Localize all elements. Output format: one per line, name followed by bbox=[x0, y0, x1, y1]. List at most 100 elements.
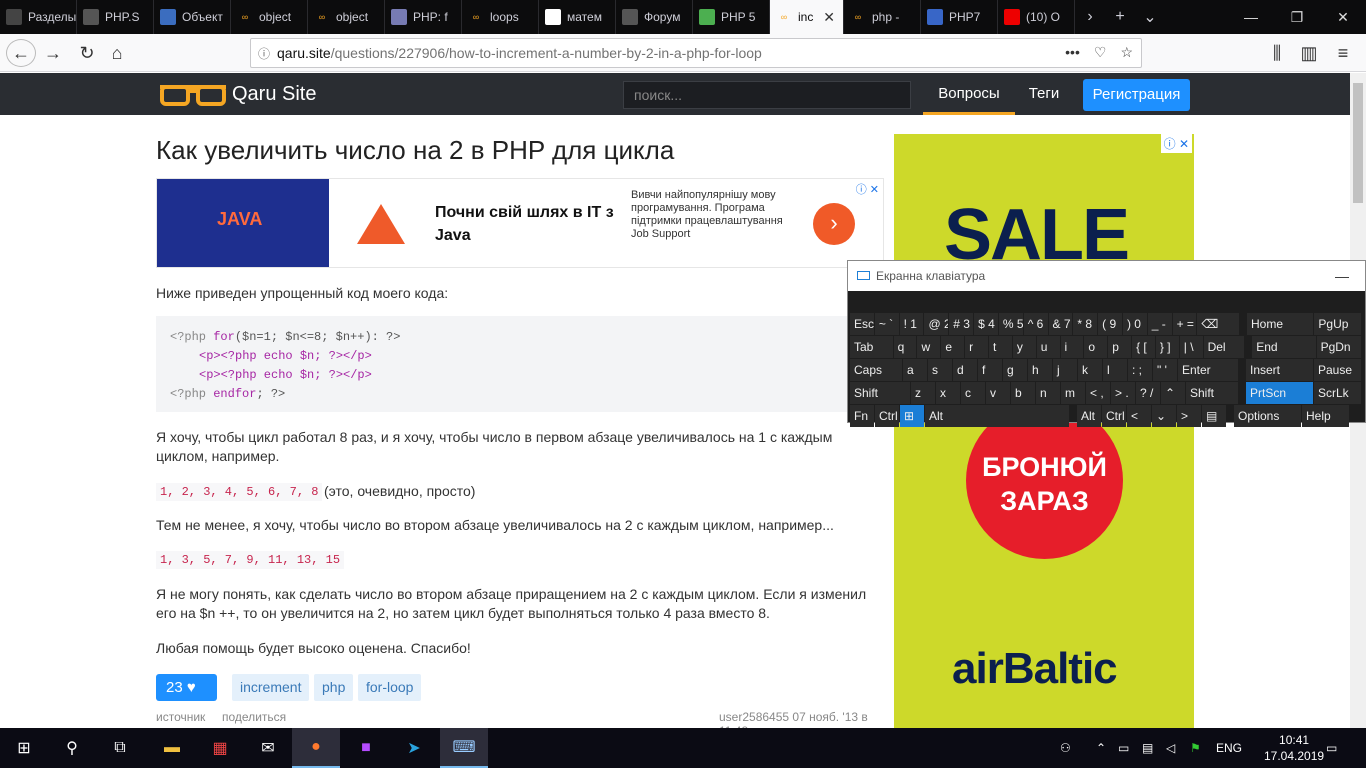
browser-tab[interactable]: ∞ loops bbox=[462, 0, 539, 34]
ad-java-image[interactable]: JAVA bbox=[157, 179, 329, 267]
library-icon[interactable]: ⫼ bbox=[1262, 39, 1292, 67]
osk-key[interactable]: Ctrl bbox=[875, 405, 899, 427]
osk-key[interactable]: ? / bbox=[1136, 382, 1160, 404]
like-button[interactable]: 23 ♥ bbox=[156, 674, 217, 701]
back-icon[interactable]: ← bbox=[6, 39, 36, 67]
osk-key[interactable]: h bbox=[1028, 359, 1052, 381]
search-icon[interactable]: ⚲ bbox=[48, 728, 96, 768]
osk-key[interactable]: | \ bbox=[1179, 336, 1203, 358]
tab-list-icon[interactable]: ⌄ bbox=[1135, 0, 1165, 34]
ad-close-icon[interactable]: ⓘ ✕ bbox=[856, 181, 879, 197]
osk-key[interactable]: & 7 bbox=[1048, 313, 1073, 335]
osk-key[interactable]: c bbox=[961, 382, 985, 404]
store-icon[interactable]: ▦ bbox=[196, 728, 244, 768]
ad-arrow-button[interactable]: › bbox=[813, 203, 855, 245]
browser-tab[interactable]: PHP: f bbox=[385, 0, 462, 34]
osk-key[interactable]: : ; bbox=[1128, 359, 1152, 381]
browser-tab[interactable]: Форум bbox=[616, 0, 693, 34]
osk-key[interactable]: ) 0 bbox=[1122, 313, 1147, 335]
osk-key[interactable]: b bbox=[1011, 382, 1035, 404]
osk-key[interactable]: l bbox=[1103, 359, 1127, 381]
osk-key[interactable]: Insert bbox=[1246, 359, 1313, 381]
osk-key[interactable]: Options bbox=[1234, 405, 1301, 427]
osk-key[interactable]: x bbox=[936, 382, 960, 404]
osk-key[interactable]: Pause bbox=[1314, 359, 1361, 381]
osk-key[interactable]: o bbox=[1084, 336, 1108, 358]
osk-key[interactable]: w bbox=[917, 336, 941, 358]
osk-key[interactable]: z bbox=[911, 382, 935, 404]
top-ad-banner[interactable]: JAVA Почни свій шлях в IT з Java Вивчи н… bbox=[156, 178, 884, 268]
osk-titlebar[interactable]: Екранна клавіатура — bbox=[848, 261, 1365, 291]
osk-key[interactable]: Del bbox=[1203, 336, 1245, 358]
osk-key[interactable]: j bbox=[1053, 359, 1077, 381]
osk-key[interactable]: { [ bbox=[1132, 336, 1155, 358]
browser-tab[interactable]: ∞ php - bbox=[844, 0, 921, 34]
osk-key[interactable]: End bbox=[1252, 336, 1316, 358]
url-bar[interactable]: ⓘ qaru.site/questions/227906/how-to-incr… bbox=[250, 38, 1142, 68]
osk-key[interactable]: Esc bbox=[850, 313, 874, 335]
osk-key[interactable]: p bbox=[1108, 336, 1132, 358]
osk-key[interactable]: s bbox=[928, 359, 952, 381]
firefox-icon[interactable]: ● bbox=[292, 728, 340, 768]
tag-for-loop[interactable]: for-loop bbox=[358, 674, 422, 701]
osk-key[interactable]: f bbox=[978, 359, 1002, 381]
osk-key[interactable]: < , bbox=[1086, 382, 1110, 404]
share-link[interactable]: поделиться bbox=[222, 710, 286, 724]
osk-key[interactable]: u bbox=[1036, 336, 1060, 358]
osk-key[interactable]: Fn bbox=[850, 405, 874, 427]
source-link[interactable]: источник bbox=[156, 710, 205, 724]
restore-icon[interactable]: ❐ bbox=[1274, 0, 1320, 34]
file-explorer-icon[interactable]: ▬ bbox=[148, 728, 196, 768]
osk-key[interactable]: % 5 bbox=[998, 313, 1023, 335]
osk-key[interactable]: ScrLk bbox=[1314, 382, 1361, 404]
osk-key[interactable]: ( 9 bbox=[1098, 313, 1122, 335]
osk-key[interactable]: y bbox=[1012, 336, 1036, 358]
osk-key[interactable]: PgUp bbox=[1314, 313, 1361, 335]
browser-tab[interactable]: (10) O bbox=[998, 0, 1075, 34]
osk-key[interactable]: a bbox=[903, 359, 927, 381]
osk-key[interactable]: Alt bbox=[925, 405, 1069, 427]
osk-key[interactable]: ^ 6 bbox=[1023, 313, 1048, 335]
clock[interactable]: 10:41 17.04.2019 bbox=[1264, 732, 1324, 764]
tab-close-icon[interactable]: ✕ bbox=[823, 9, 835, 26]
phpstorm-icon[interactable]: ■ bbox=[342, 728, 390, 768]
battery-icon[interactable]: ▭ bbox=[1118, 728, 1129, 768]
osk-key[interactable]: # 3 bbox=[949, 313, 974, 335]
telegram-icon[interactable]: ➤ bbox=[390, 728, 438, 768]
people-icon[interactable]: ⚇ bbox=[1060, 728, 1071, 768]
osk-key[interactable]: * 8 bbox=[1073, 313, 1098, 335]
mail-icon[interactable]: ✉ bbox=[244, 728, 292, 768]
osk-key[interactable]: + = bbox=[1172, 313, 1197, 335]
osk-key[interactable]: Caps bbox=[850, 359, 902, 381]
notifications-icon[interactable]: ▭ bbox=[1326, 728, 1337, 768]
reload-icon[interactable]: ↻ bbox=[72, 39, 102, 67]
osk-key[interactable]: i bbox=[1060, 336, 1084, 358]
nav-tags[interactable]: Теги bbox=[1018, 73, 1070, 115]
browser-tab[interactable]: ∞ object bbox=[231, 0, 308, 34]
osk-key[interactable]: Help bbox=[1302, 405, 1349, 427]
minimize-icon[interactable]: — bbox=[1228, 0, 1274, 34]
tab-scroll-right-icon[interactable]: › bbox=[1075, 0, 1105, 34]
osk-key[interactable]: $ 4 bbox=[974, 313, 998, 335]
scrollbar-thumb[interactable] bbox=[1353, 83, 1363, 203]
osk-key[interactable]: Alt bbox=[1077, 405, 1101, 427]
osk-key[interactable]: _ - bbox=[1147, 313, 1172, 335]
browser-tab[interactable]: PHP 5 bbox=[693, 0, 770, 34]
close-window-icon[interactable]: ✕ bbox=[1320, 0, 1366, 34]
ad-title[interactable]: Почни свій шлях в IT з Java bbox=[435, 201, 615, 247]
osk-key[interactable]: ⌄ bbox=[1152, 405, 1176, 427]
osk-key[interactable]: Enter bbox=[1178, 359, 1238, 381]
osk-key[interactable]: r bbox=[965, 336, 988, 358]
osk-key[interactable]: q bbox=[893, 336, 917, 358]
osk-key[interactable]: > . bbox=[1111, 382, 1135, 404]
osk-key[interactable]: Shift bbox=[850, 382, 910, 404]
browser-tab[interactable]: PHP7 bbox=[921, 0, 998, 34]
osk-key[interactable]: k bbox=[1078, 359, 1102, 381]
menu-icon[interactable]: ≡ bbox=[1328, 39, 1358, 67]
language-indicator[interactable]: ENG bbox=[1216, 728, 1242, 768]
sidebar-icon[interactable]: ▥ bbox=[1294, 39, 1324, 67]
osk-key[interactable]: t bbox=[989, 336, 1012, 358]
browser-tab[interactable]: ∞ inc ✕ bbox=[770, 0, 844, 34]
bookmark-star-icon[interactable]: ☆ bbox=[1120, 44, 1133, 61]
tag-php[interactable]: php bbox=[314, 674, 354, 701]
